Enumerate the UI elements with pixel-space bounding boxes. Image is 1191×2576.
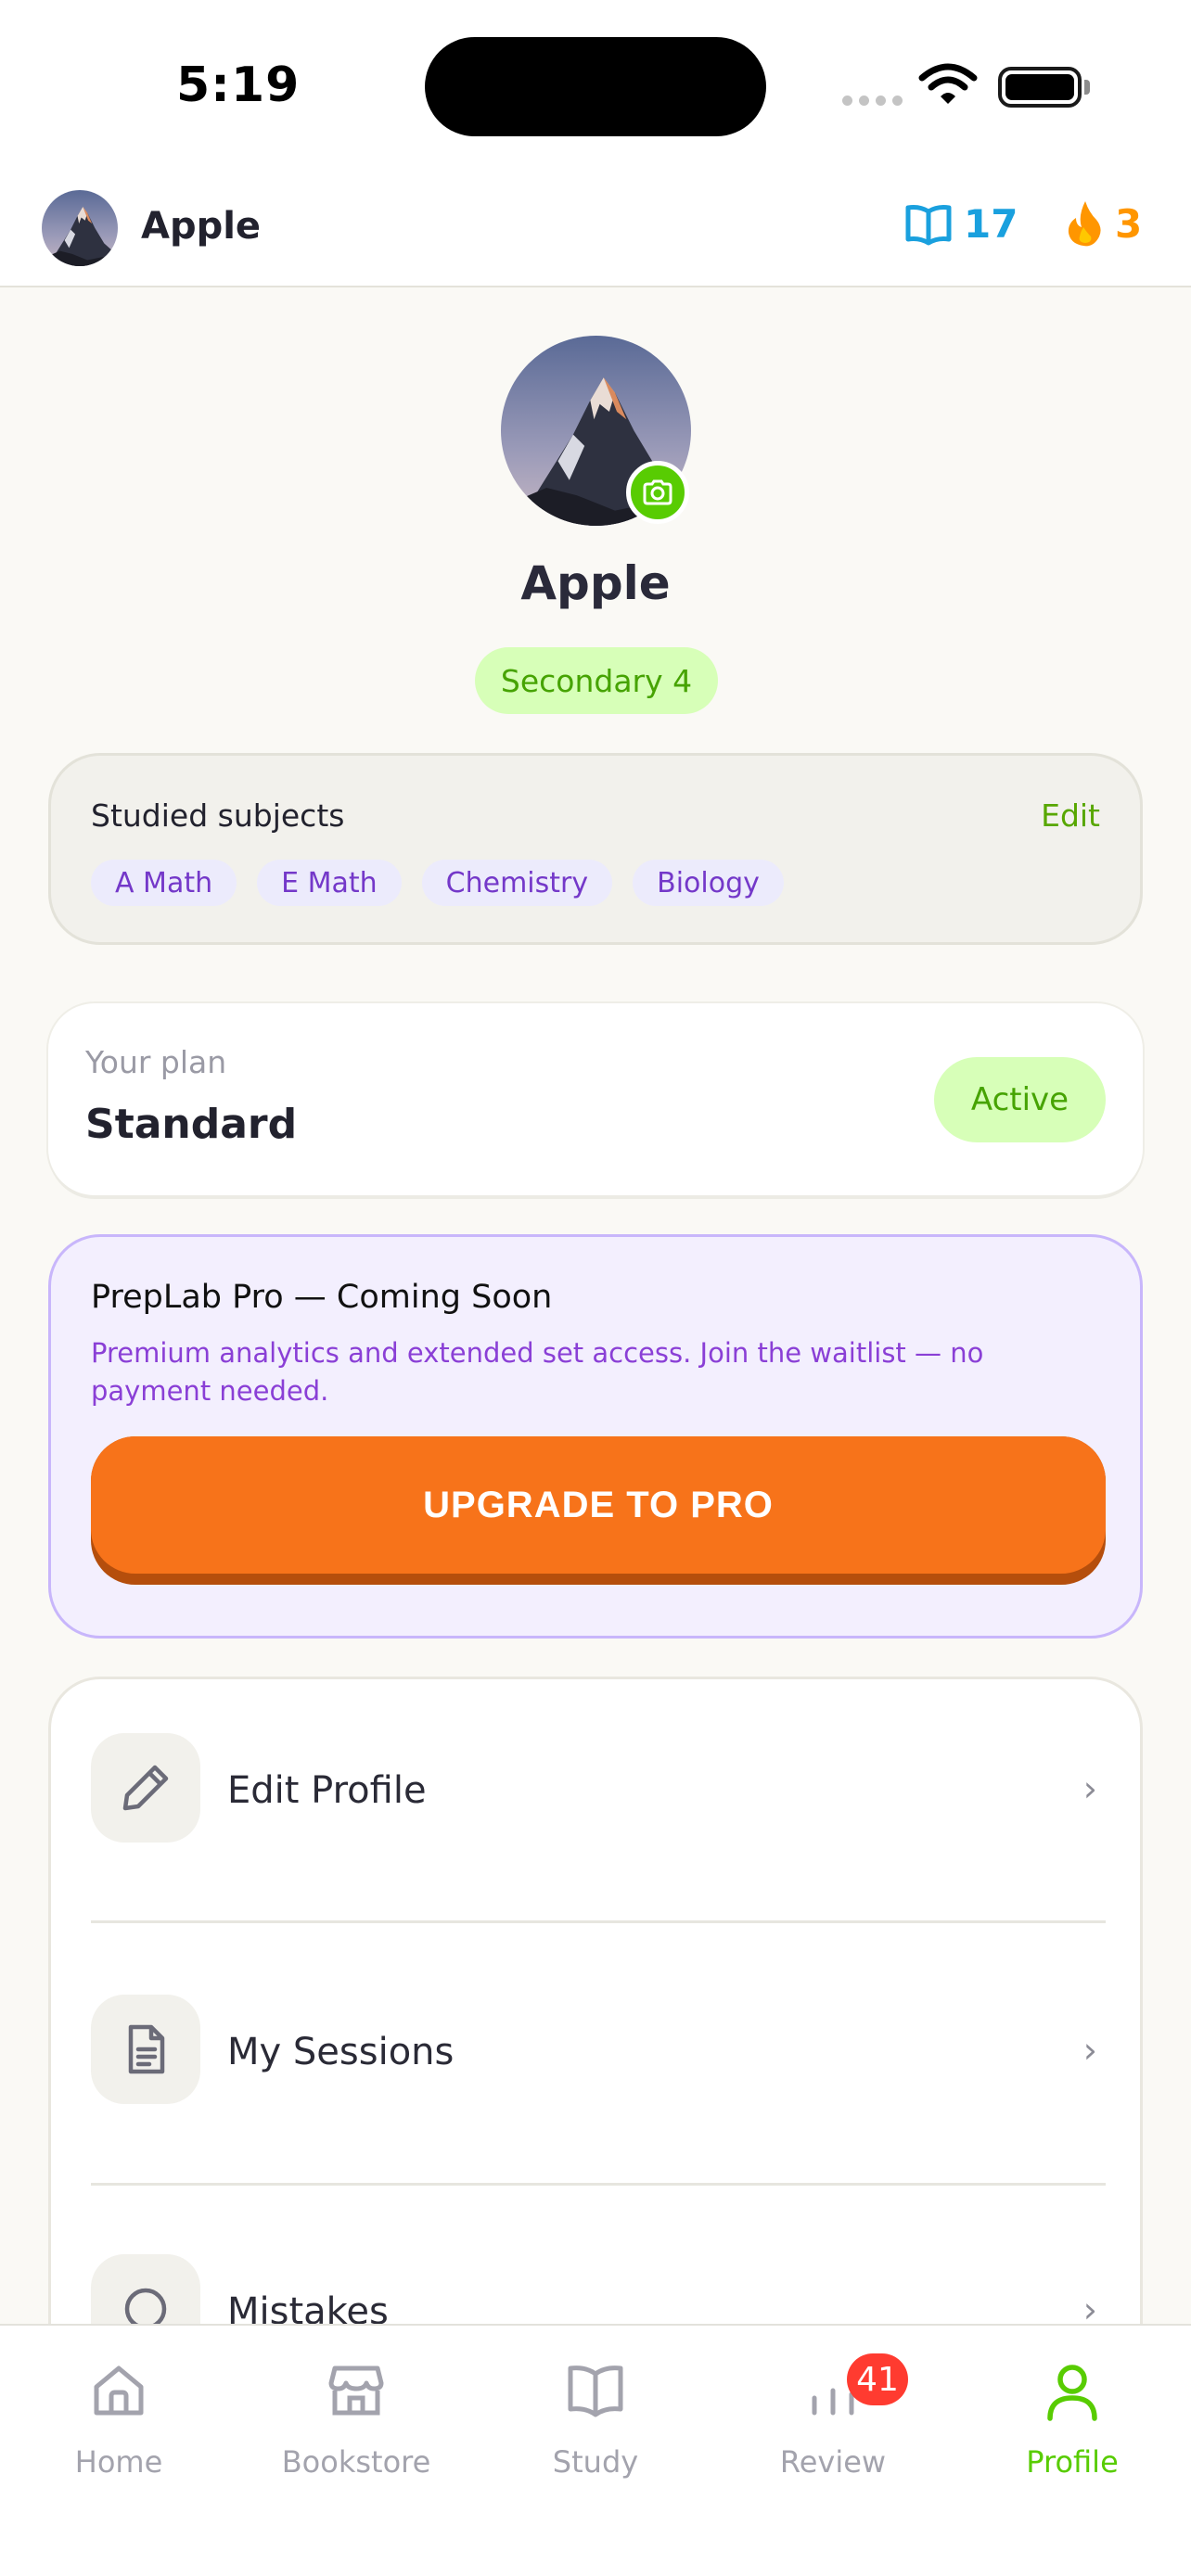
plan-status-badge: Active	[934, 1057, 1106, 1142]
upgrade-to-pro-button[interactable]: UPGRADE TO PRO	[91, 1436, 1106, 1585]
battery-cap	[1084, 80, 1090, 95]
tab-bookstore[interactable]: Bookstore	[237, 2326, 475, 2511]
tab-review[interactable]: 41 Review	[714, 2326, 952, 2511]
studied-subjects-card: Studied subjects Edit A Math E Math Chem…	[48, 753, 1143, 945]
settings-menu: Edit Profile › My Sessions › Mistakes ›	[48, 1677, 1143, 2326]
chevron-right-icon: ›	[1082, 1768, 1097, 1809]
tab-profile[interactable]: Profile	[954, 2326, 1191, 2511]
menu-divider	[91, 2183, 1106, 2186]
menu-item-label: Edit Profile	[227, 1769, 427, 1812]
subject-chip: E Math	[257, 860, 402, 906]
streak-counter[interactable]: 3	[1065, 199, 1142, 248]
chevron-right-icon: ›	[1082, 2289, 1097, 2326]
upgrade-button-label: UPGRADE TO PRO	[91, 1436, 1106, 1574]
edit-subjects-link[interactable]: Edit	[1041, 797, 1100, 834]
user-icon	[1047, 2365, 1097, 2421]
search-icon	[91, 2254, 200, 2326]
status-time: 5:19	[176, 57, 301, 113]
subject-chip: Chemistry	[421, 860, 613, 906]
tab-label: Study	[552, 2444, 639, 2480]
tab-home[interactable]: Home	[0, 2326, 237, 2511]
home-icon	[94, 2366, 144, 2416]
pro-description: Premium analytics and extended set acces…	[91, 1337, 984, 1407]
header-avatar[interactable]	[42, 190, 118, 266]
tab-label: Profile	[1026, 2444, 1119, 2480]
header-username: Apple	[141, 205, 262, 248]
plan-label: Your plan	[85, 1044, 227, 1080]
book-icon	[568, 2366, 623, 2417]
tab-label: Bookstore	[281, 2444, 431, 2480]
menu-item-label: My Sessions	[227, 2031, 455, 2073]
subject-chips: A Math E Math Chemistry Biology	[91, 860, 784, 906]
grade-badge: Secondary 4	[475, 647, 718, 714]
tab-label: Home	[74, 2444, 163, 2480]
book-icon	[905, 204, 952, 245]
book-count: 17	[964, 201, 1018, 247]
subject-chip: A Math	[91, 860, 237, 906]
subject-chip: Biology	[633, 860, 784, 906]
pro-promo-card: PrepLab Pro — Coming Soon Premium analyt…	[48, 1234, 1143, 1639]
battery-icon	[998, 67, 1082, 108]
status-bar: 5:19	[0, 0, 1191, 172]
streak-count: 3	[1115, 200, 1143, 247]
tab-label: Review	[779, 2444, 887, 2480]
wifi-icon	[918, 63, 978, 104]
menu-item-label: Mistakes	[227, 2290, 389, 2326]
review-count-badge: 41	[847, 2353, 908, 2405]
pro-title: PrepLab Pro — Coming Soon	[91, 1279, 553, 1316]
dynamic-island	[425, 37, 766, 136]
fire-icon	[1068, 201, 1101, 247]
chevron-right-icon: ›	[1082, 2030, 1097, 2071]
plan-name: Standard	[85, 1101, 298, 1148]
tab-study[interactable]: Study	[477, 2326, 714, 2511]
subjects-title: Studied subjects	[91, 797, 345, 834]
camera-icon	[643, 479, 672, 505]
store-icon	[328, 2366, 384, 2416]
bottom-tab-bar: Home Bookstore Study 41 Review Profile	[0, 2324, 1191, 2576]
menu-item-mistakes[interactable]: Mistakes ›	[51, 2200, 1140, 2326]
change-photo-button[interactable]	[626, 461, 689, 524]
document-icon	[91, 1995, 200, 2104]
menu-item-edit-profile[interactable]: Edit Profile ›	[51, 1679, 1140, 1843]
top-header: Apple 17 3	[0, 172, 1191, 287]
plan-card: Your plan Standard Active	[48, 1003, 1143, 1195]
menu-item-my-sessions[interactable]: My Sessions ›	[51, 1941, 1140, 2104]
cellular-signal-icon	[842, 96, 903, 106]
profile-name: Apple	[520, 556, 671, 610]
pencil-icon	[91, 1733, 200, 1843]
menu-divider	[91, 1920, 1106, 1923]
book-counter[interactable]: 17	[904, 201, 1018, 247]
